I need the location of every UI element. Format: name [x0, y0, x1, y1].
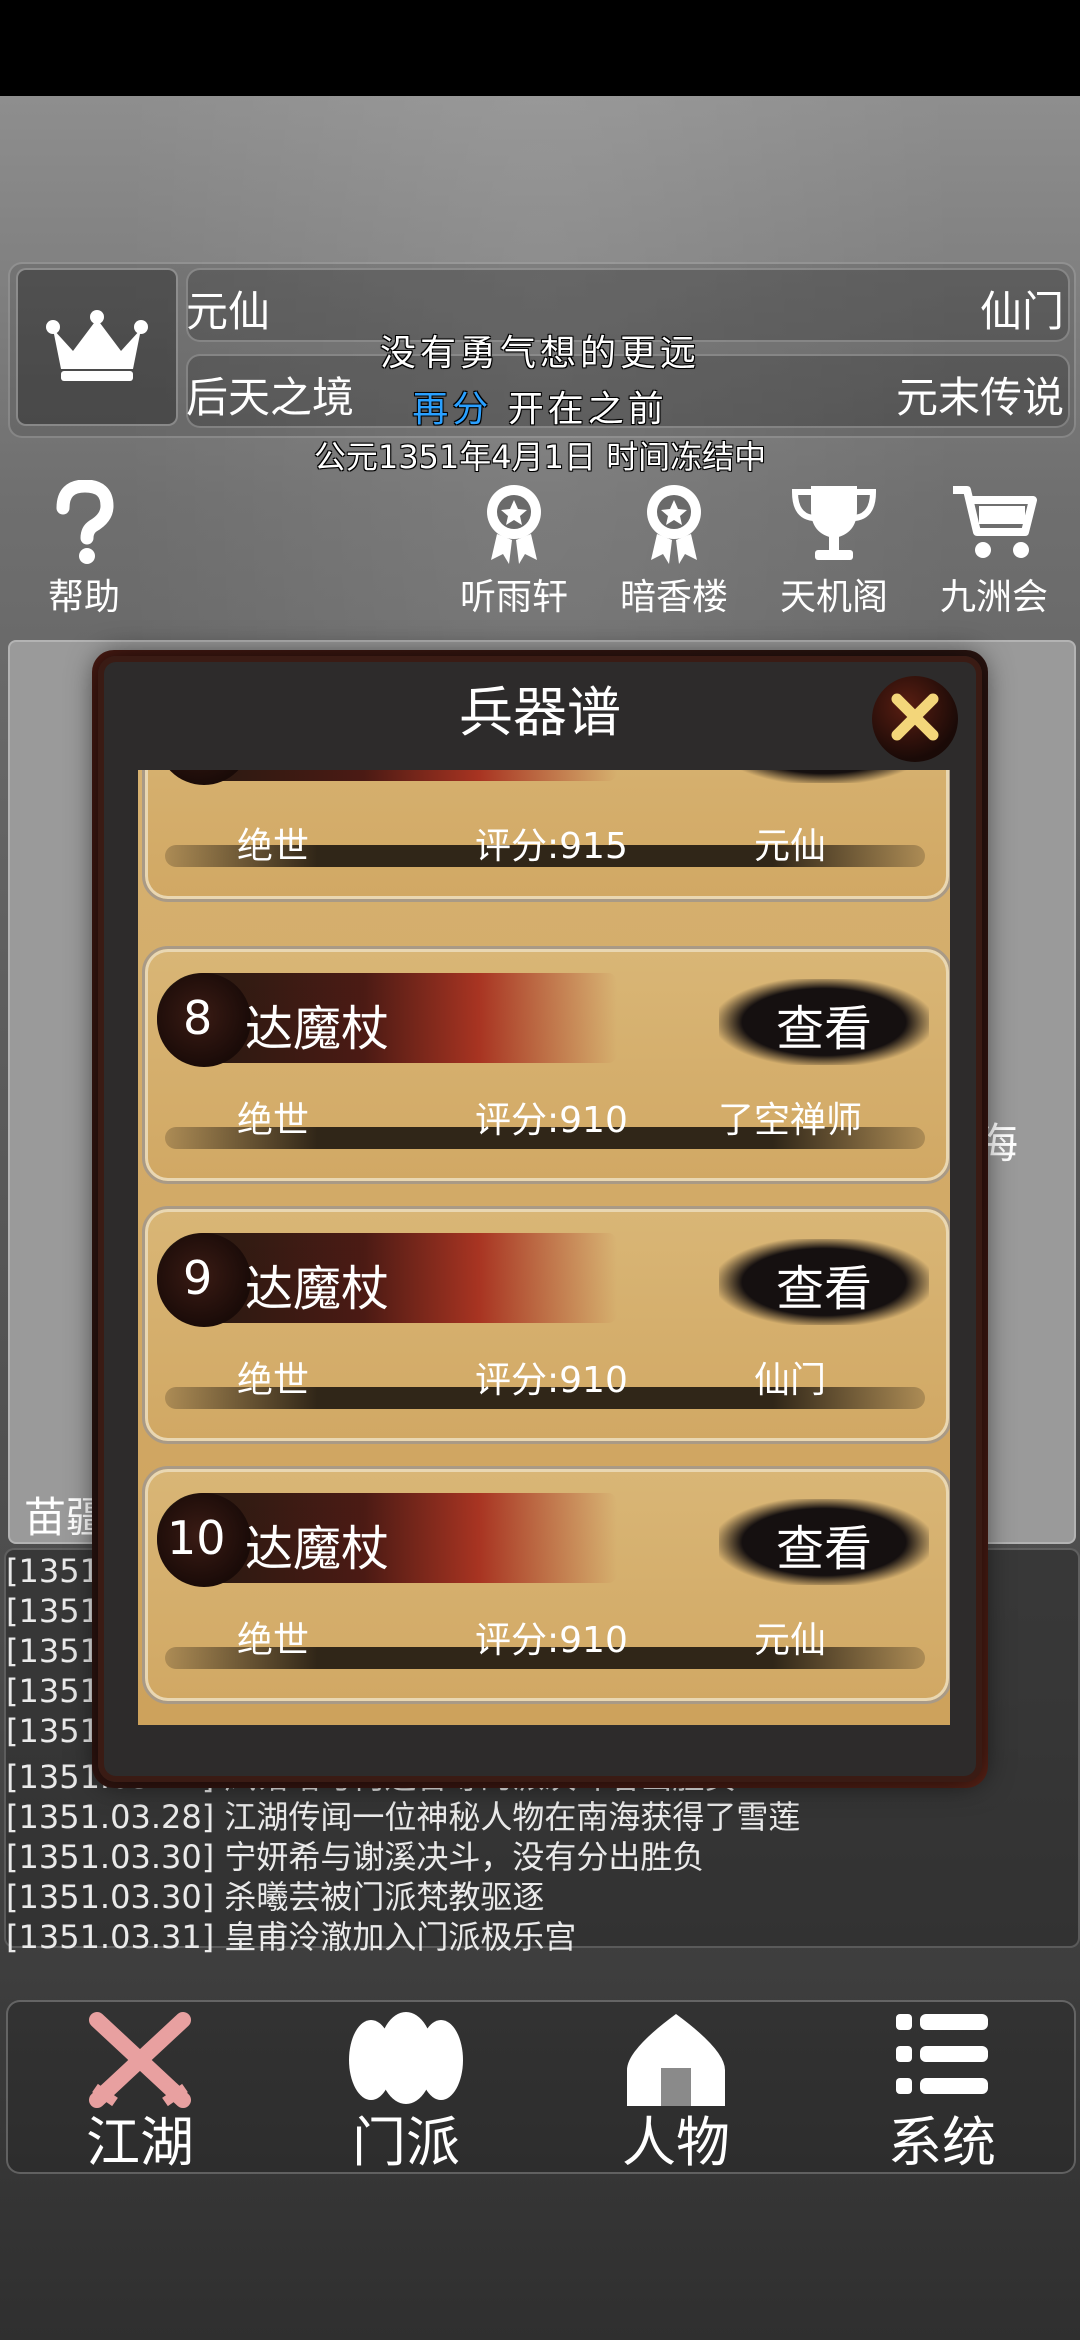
- nav-jianghu[interactable]: 江湖: [40, 2010, 240, 2174]
- weapon-card[interactable]: 10 达魔杖 查看 绝世 评分:910 元仙: [142, 1466, 950, 1704]
- cart-icon: [924, 480, 1064, 566]
- close-icon: [887, 689, 943, 749]
- weapon-tier: 绝世: [237, 1360, 310, 1401]
- weapon-score: 评分:910: [475, 1100, 628, 1141]
- nav-renwu-label: 人物: [622, 2111, 730, 2174]
- trophy-icon: [764, 480, 904, 566]
- weapon-score: 评分:910: [475, 1620, 628, 1661]
- date-status: 公元1351年4月1日 时间冻结中: [313, 438, 767, 476]
- view-button-label: 查看: [775, 1001, 872, 1057]
- lyric-highlight: 再分: [412, 389, 493, 430]
- weapon-owner: 了空禅师: [717, 1100, 862, 1141]
- lyric-rest: 开在之前: [507, 389, 668, 430]
- nav-xitong[interactable]: 系统: [842, 2010, 1042, 2174]
- award-icon: [604, 480, 744, 566]
- weapon-score: 评分:910: [475, 1360, 628, 1401]
- anxianglou-label: 暗香楼: [619, 577, 728, 618]
- nav-jianghu-label: 江湖: [86, 2111, 194, 2174]
- weapon-card[interactable]: 9 达魔杖 查看 绝世 评分:910 仙门: [142, 1206, 950, 1444]
- weapon-score: 评分:915: [475, 826, 628, 867]
- question-icon: [14, 480, 154, 566]
- lyric-line-1: 没有勇气想的更远: [379, 333, 700, 374]
- tingyuxuan-label: 听雨轩: [459, 577, 568, 618]
- help-label: 帮助: [47, 577, 120, 618]
- close-button[interactable]: [872, 676, 958, 762]
- weapon-owner: 仙门: [753, 1360, 826, 1401]
- weapon-name: 天空剑: [245, 770, 389, 779]
- weapon-list[interactable]: 7 天空剑 查看 绝世 评分:915 元仙 8 达魔杖 查看 绝世 评分:910…: [138, 770, 950, 1725]
- jiuzhouhui-label: 九洲会: [939, 577, 1048, 618]
- weapon-name: 达魔杖: [245, 1001, 390, 1057]
- rank-number: 9: [183, 1251, 213, 1305]
- tingyuxuan-button[interactable]: 听雨轩: [444, 480, 584, 620]
- weapon-tier: 绝世: [237, 1100, 310, 1141]
- weapon-card[interactable]: 7 天空剑 查看 绝世 评分:915 元仙: [142, 770, 950, 902]
- weapon-card[interactable]: 8 达魔杖 查看 绝世 评分:910 了空禅师: [142, 946, 950, 1184]
- nav-menpai-label: 门派: [352, 2111, 460, 2174]
- weapon-name: 达魔杖: [245, 1521, 390, 1577]
- tianjige-label: 天机阁: [779, 577, 888, 618]
- lyric-line-2: 再分 开在之前: [0, 380, 1080, 432]
- tianjige-button[interactable]: 天机阁: [764, 480, 904, 620]
- weapon-name: 达魔杖: [245, 1261, 390, 1317]
- weapon-tier: 绝世: [237, 1620, 310, 1661]
- modal-title: 兵器谱: [459, 681, 621, 744]
- help-button[interactable]: 帮助: [14, 480, 154, 620]
- award-icon: [444, 480, 584, 566]
- view-button-label: 查看: [775, 1521, 872, 1577]
- nav-renwu[interactable]: 人物: [576, 2010, 776, 2174]
- view-button-label: 查看: [775, 1261, 872, 1317]
- nav-xitong-label: 系统: [888, 2111, 996, 2174]
- weapon-tier: 绝世: [237, 826, 310, 867]
- view-button-label: 查看: [719, 770, 929, 779]
- rank-number: 10: [167, 1511, 226, 1565]
- nav-menpai[interactable]: 门派: [306, 2010, 506, 2174]
- log-line: [1351.03.31] 皇甫泠澈加入门派极乐宫: [6, 1918, 577, 1956]
- anxianglou-button[interactable]: 暗香楼: [604, 480, 744, 620]
- jiuzhouhui-button[interactable]: 九洲会: [924, 480, 1064, 620]
- status-bar: [0, 0, 1080, 96]
- weapon-owner: 元仙: [753, 1620, 826, 1661]
- weapon-owner: 元仙: [753, 826, 826, 867]
- rank-number: 8: [183, 991, 213, 1045]
